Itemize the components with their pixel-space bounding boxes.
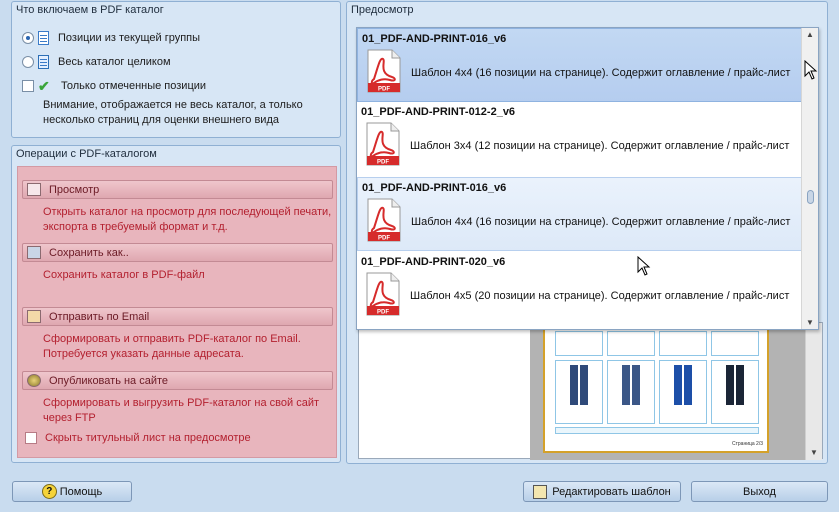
svg-text:PDF: PDF (377, 310, 389, 316)
mouse-cursor-icon (637, 256, 651, 276)
scroll-up-icon[interactable]: ▲ (806, 30, 814, 39)
template-item[interactable]: 01_PDF-AND-PRINT-012-2_v6 PDF Шаблон 3x4… (357, 102, 802, 176)
option-checked-only-label: Только отмеченные позиции (61, 80, 207, 92)
option-checked-only[interactable]: ✔ Только отмеченные позиции (22, 79, 206, 93)
publish-button-label: Опубликовать на сайте (49, 374, 169, 387)
send-email-description: Сформировать и отправить PDF-каталог по … (43, 333, 301, 360)
template-name: 01_PDF-AND-PRINT-020_v6 (361, 256, 506, 268)
catalog-page-preview: Страница 2/3 (543, 323, 769, 453)
product-cell (555, 360, 603, 424)
include-note: Внимание, отображается не весь каталог, … (43, 99, 303, 126)
preview-canvas: Страница 2/3 ▼ (358, 322, 823, 460)
option-whole-catalog[interactable]: Весь каталог целиком (22, 55, 171, 69)
operations-group-title: Операции с PDF-каталогом (16, 148, 157, 160)
save-as-button[interactable]: Сохранить как.. (22, 243, 333, 262)
product-cell (659, 331, 707, 356)
preview-group-title: Предосмотр (351, 4, 414, 16)
template-name: 01_PDF-AND-PRINT-016_v6 (362, 33, 507, 45)
include-group-title: Что включаем в PDF каталог (16, 4, 164, 16)
save-as-description: Сохранить каталог в PDF-файл (43, 269, 205, 281)
pdf-file-icon: PDF (367, 49, 401, 93)
checkmark-icon: ✔ (38, 78, 50, 94)
hide-title-option[interactable]: Скрыть титульный лист на предосмотре (25, 432, 251, 444)
pdf-file-icon: PDF (366, 272, 400, 316)
mouse-cursor-icon (804, 60, 818, 80)
floppy-disk-icon (27, 246, 41, 259)
svg-text:PDF: PDF (378, 236, 390, 242)
template-description: Шаблон 4x5 (20 позиции на странице). Сод… (410, 290, 790, 302)
help-icon: ? (41, 484, 57, 499)
page-footer: Страница 2/3 (731, 441, 763, 447)
edit-template-icon (533, 484, 548, 499)
pdf-file-icon: PDF (366, 122, 400, 166)
preview-scrollbar[interactable]: ▼ (805, 323, 822, 460)
jeans-image (674, 365, 692, 405)
page-preview-background: Страница 2/3 (530, 323, 818, 460)
jeans-image (622, 365, 640, 405)
exit-button-label: Выход (743, 485, 776, 498)
template-description: Шаблон 4x4 (16 позиции на странице). Сод… (411, 216, 791, 228)
product-cell (659, 360, 707, 424)
preview-button[interactable]: Просмотр (22, 180, 333, 199)
scroll-thumb[interactable] (807, 190, 814, 204)
hide-title-label: Скрыть титульный лист на предосмотре (45, 432, 251, 444)
option-whole-catalog-label: Весь каталог целиком (58, 56, 171, 68)
template-name: 01_PDF-AND-PRINT-016_v6 (362, 182, 507, 194)
pdf-file-icon: PDF (367, 198, 401, 242)
product-cell (555, 331, 603, 356)
template-item[interactable]: 01_PDF-AND-PRINT-016_v6 PDF Шаблон 4x4 (… (357, 177, 802, 251)
product-cell (711, 360, 759, 424)
help-button[interactable]: ? Помощь (12, 481, 132, 502)
send-email-button[interactable]: Отправить по Email (22, 307, 333, 326)
radio-current-group[interactable] (22, 32, 34, 44)
edit-template-button[interactable]: Редактировать шаблон (523, 481, 681, 502)
option-current-group-label: Позиции из текущей группы (58, 32, 201, 44)
template-name: 01_PDF-AND-PRINT-012-2_v6 (361, 106, 516, 118)
publish-button[interactable]: Опубликовать на сайте (22, 371, 333, 390)
catalog-icon (38, 55, 49, 69)
scroll-down-icon[interactable]: ▼ (810, 448, 818, 457)
preview-button-label: Просмотр (49, 183, 100, 196)
operations-panel: Просмотр Открыть каталог на просмотр для… (17, 166, 337, 458)
scroll-down-icon[interactable]: ▼ (806, 318, 814, 327)
option-current-group[interactable]: Позиции из текущей группы (22, 31, 200, 45)
publish-description: Сформировать и выгрузить PDF-каталог на … (43, 397, 320, 424)
product-cell (711, 331, 759, 356)
template-description: Шаблон 3x4 (12 позиции на странице). Сод… (410, 140, 790, 152)
save-as-button-label: Сохранить как.. (49, 246, 129, 259)
product-cell (607, 360, 655, 424)
template-dropdown[interactable]: 01_PDF-AND-PRINT-016_v6 PDF Шаблон 4x4 (… (356, 27, 819, 330)
send-email-button-label: Отправить по Email (49, 310, 150, 323)
template-item[interactable]: 01_PDF-AND-PRINT-020_v6 PDF Шаблон 4x5 (… (357, 252, 802, 326)
template-selected[interactable]: 01_PDF-AND-PRINT-016_v6 PDF Шаблон 4x4 (… (357, 28, 802, 102)
edit-template-button-label: Редактировать шаблон (552, 485, 671, 498)
radio-whole-catalog[interactable] (22, 56, 34, 68)
checkbox-hide-title[interactable] (25, 432, 37, 444)
preview-description: Открыть каталог на просмотр для последую… (43, 206, 332, 233)
template-description: Шаблон 4x4 (16 позиции на странице). Сод… (411, 67, 791, 79)
jeans-image (726, 365, 744, 405)
globe-icon (27, 374, 41, 387)
jeans-image (570, 365, 588, 405)
operations-group: Операции с PDF-каталогом Просмотр Открыт… (11, 145, 341, 463)
svg-text:PDF: PDF (378, 87, 390, 93)
price-strip (555, 427, 759, 434)
document-icon (38, 31, 49, 45)
envelope-icon (27, 310, 41, 323)
preview-icon (27, 183, 41, 196)
include-group: Что включаем в PDF каталог Позиции из те… (11, 1, 341, 138)
checkbox-checked-only[interactable] (22, 80, 34, 92)
svg-text:PDF: PDF (377, 160, 389, 166)
exit-button[interactable]: Выход (691, 481, 828, 502)
help-button-label: Помощь (59, 485, 103, 498)
product-cell (607, 331, 655, 356)
